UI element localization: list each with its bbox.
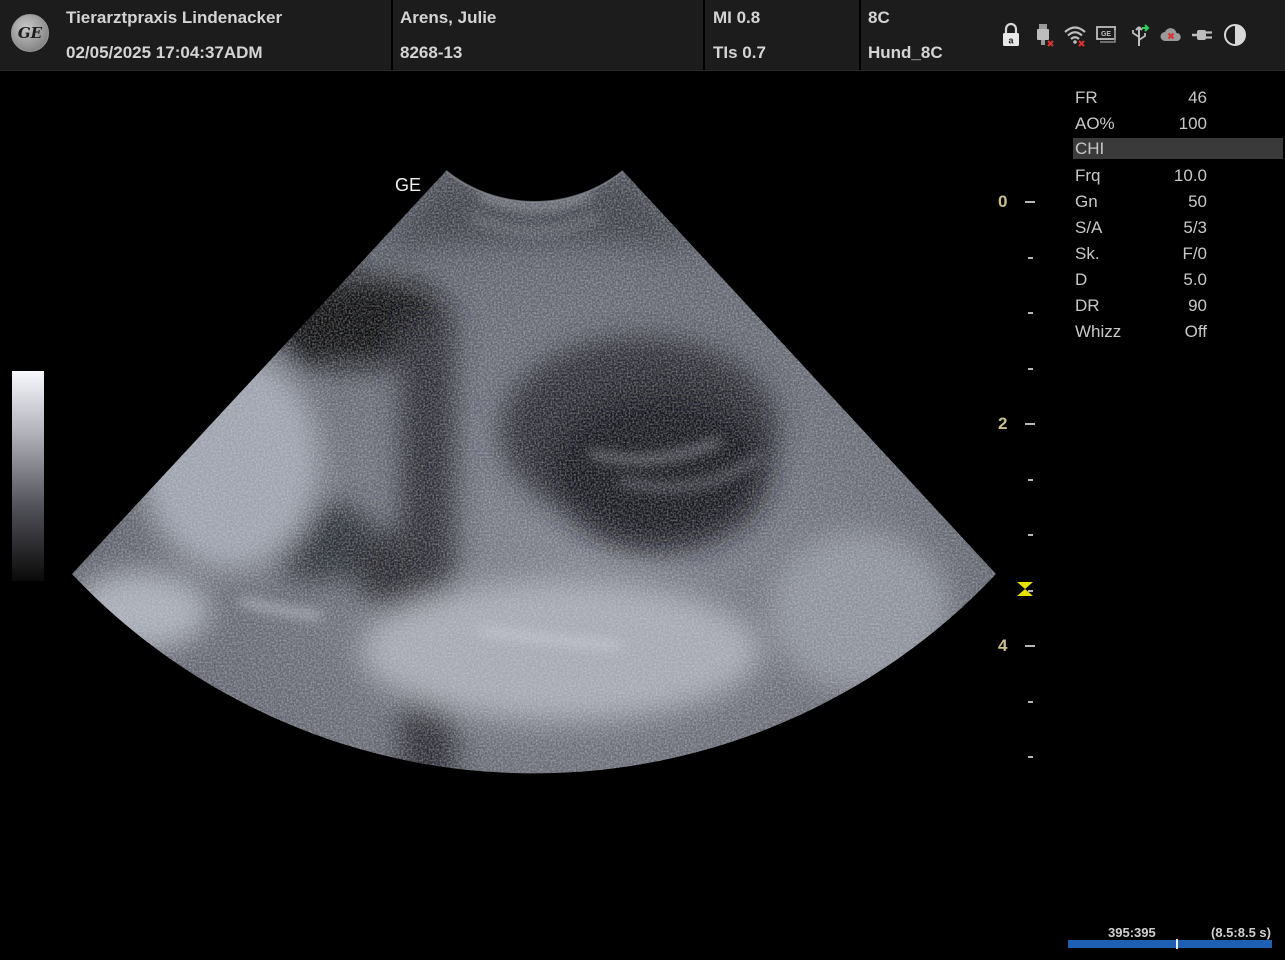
param-label: Sk.	[1075, 244, 1100, 263]
top-info-bar: GE Tierarztpraxis Lindenacker 02/05/2025…	[0, 0, 1285, 71]
param-row-s-a: S/A 5/3	[1073, 216, 1285, 242]
clinic-name: Tierarztpraxis Lindenacker	[66, 8, 283, 27]
cine-position-cursor[interactable]	[1176, 939, 1178, 949]
power-plug-icon	[1192, 30, 1212, 40]
param-row-sk: Sk. F/0	[1073, 242, 1285, 268]
depth-label: 2	[998, 414, 1008, 433]
param-row-ao: AO% 100	[1073, 112, 1285, 138]
param-row-fr: FR 46	[1073, 86, 1285, 112]
depth-minor-tick	[1028, 256, 1033, 259]
patient-id: 8268-13	[400, 43, 463, 62]
ge-logo: GE	[11, 14, 49, 52]
param-label: S/A	[1075, 218, 1103, 237]
cine-progress-bar[interactable]	[1068, 940, 1272, 948]
depth-label: 0	[998, 192, 1008, 211]
param-row-gn: Gn 50	[1073, 190, 1285, 216]
wifi-disconnected-icon	[1064, 26, 1086, 47]
usb-connected-icon	[1132, 24, 1150, 46]
patient-cell[interactable]: Arens, Julie 8268-13	[393, 0, 705, 70]
param-label: CHI	[1075, 139, 1105, 158]
param-label: Gn	[1075, 192, 1098, 211]
imaging-parameters-panel: FR 46 AO% 100 CHI Frq 10.0 Gn 50 S/A 5/3 Sk. F/0 D 5.0…	[1073, 86, 1285, 346]
mechanical-index: MI 0.8	[713, 8, 761, 27]
cine-frame-counter: 395:395	[1108, 925, 1156, 940]
param-value: 10.0	[1173, 166, 1207, 185]
cine-loop-bar[interactable]: 395:395 (8.5:8.5 s)	[1068, 925, 1273, 951]
param-value: Off	[1184, 322, 1207, 341]
probe-orientation-label: GE	[395, 175, 422, 195]
depth-label: 4	[998, 636, 1008, 655]
param-label: FR	[1075, 88, 1098, 107]
param-label: Whizz	[1075, 322, 1122, 341]
battery-contrast-icon	[1224, 24, 1246, 46]
param-label: AO%	[1075, 114, 1115, 133]
depth-major-tick	[1025, 423, 1035, 425]
param-value: 46	[1188, 88, 1207, 107]
param-row-chi: CHI	[1073, 138, 1283, 159]
param-value: 100	[1178, 114, 1207, 133]
param-label: DR	[1075, 296, 1100, 315]
param-row-whizz: Whizz Off	[1073, 320, 1285, 346]
patient-name: Arens, Julie	[400, 8, 497, 27]
thermal-index: TIs 0.7	[713, 43, 766, 62]
usb-disconnected-icon	[1037, 24, 1054, 47]
cloud-disconnected-icon	[1160, 28, 1181, 41]
param-row-frq: Frq 10.0	[1073, 164, 1285, 190]
param-value: 50	[1188, 192, 1207, 211]
depth-scale: 0 2 4	[990, 190, 1050, 770]
cine-time-counter: (8.5:8.5 s)	[1211, 925, 1271, 940]
svg-text:GE: GE	[1101, 31, 1111, 38]
lock-icon: a	[1003, 22, 1019, 46]
param-value: 90	[1188, 296, 1207, 315]
probe-name: 8C	[868, 8, 890, 27]
depth-major-tick	[1025, 201, 1035, 203]
acoustic-output-cell: MI 0.8 TIs 0.7	[705, 0, 861, 70]
exam-datetime: 02/05/2025 17:04:37ADM	[66, 43, 263, 62]
depth-minor-tick	[1028, 312, 1033, 314]
param-row-d: D 5.0	[1073, 268, 1285, 294]
param-value: F/0	[1182, 244, 1207, 263]
param-label: Frq	[1075, 166, 1101, 185]
depth-minor-tick	[1028, 478, 1033, 481]
ge-network-icon: GE	[1096, 26, 1116, 43]
param-value: 5.0	[1183, 270, 1207, 289]
system-status-icons: a GE	[999, 20, 1247, 50]
param-value: 5/3	[1183, 218, 1207, 237]
param-row-dr: DR 90	[1073, 294, 1285, 320]
param-label: D	[1075, 270, 1088, 289]
depth-minor-tick	[1028, 700, 1033, 703]
clinic-cell: GE Tierarztpraxis Lindenacker 02/05/2025…	[0, 0, 393, 70]
depth-minor-tick	[1028, 534, 1033, 536]
depth-minor-tick	[1028, 367, 1033, 370]
grayscale-map-bar	[12, 371, 44, 581]
probe-cell[interactable]: 8C Hund_8C	[861, 0, 1011, 70]
depth-minor-tick	[1028, 756, 1033, 758]
focus-marker-icon[interactable]	[1016, 581, 1034, 597]
preset-name: Hund_8C	[868, 43, 943, 62]
depth-major-tick	[1025, 645, 1035, 647]
